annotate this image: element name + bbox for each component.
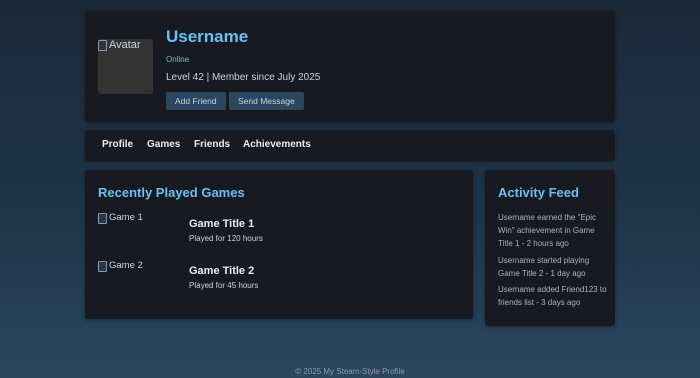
game-title[interactable]: Game Title 2 (189, 265, 254, 277)
nav-item-friends[interactable]: Friends (194, 139, 230, 150)
game-image-alt: Game 1 (109, 212, 143, 223)
online-status: Online (166, 55, 190, 64)
broken-image-icon (98, 213, 107, 224)
profile-header: Avatar Username Online Level 42 | Member… (85, 11, 615, 122)
broken-image-icon (98, 261, 107, 272)
activity-feed-title: Activity Feed (498, 185, 579, 200)
nav-item-games[interactable]: Games (147, 139, 180, 150)
activity-item: Username started playing Game Title 2 - … (498, 256, 590, 278)
nav-item-profile[interactable]: Profile (102, 139, 133, 150)
game-image-alt: Game 2 (109, 260, 143, 271)
avatar: Avatar (98, 39, 153, 94)
profile-nav: Profile Games Friends Achievements (85, 130, 615, 161)
recently-played-section: Recently Played Games Game 1 Game Title … (85, 170, 473, 319)
game-playtime: Played for 45 hours (189, 281, 259, 290)
game-title[interactable]: Game Title 1 (189, 218, 254, 230)
level-membership-text: Level 42 | Member since July 2025 (166, 72, 321, 83)
page-footer: © 2025 My Steam-Style Profile (295, 367, 405, 376)
game-playtime: Played for 120 hours (189, 234, 263, 243)
recently-played-title: Recently Played Games (98, 185, 245, 200)
game-2-image: Game 2 (98, 260, 143, 272)
username-heading: Username (166, 27, 249, 46)
nav-item-achievements[interactable]: Achievements (243, 139, 311, 150)
activity-item: Username added Friend123 to friends list… (498, 285, 607, 307)
broken-image-icon (98, 40, 107, 51)
activity-item: Username earned the "Epic Win" achieveme… (498, 213, 597, 248)
avatar-broken-image: Avatar (98, 39, 153, 51)
activity-feed-section: Activity Feed Username earned the "Epic … (485, 170, 615, 326)
send-message-button[interactable]: Send Message (229, 92, 304, 110)
game-1-image: Game 1 (98, 212, 143, 224)
avatar-alt-text: Avatar (109, 39, 141, 51)
add-friend-button[interactable]: Add Friend (166, 92, 226, 110)
